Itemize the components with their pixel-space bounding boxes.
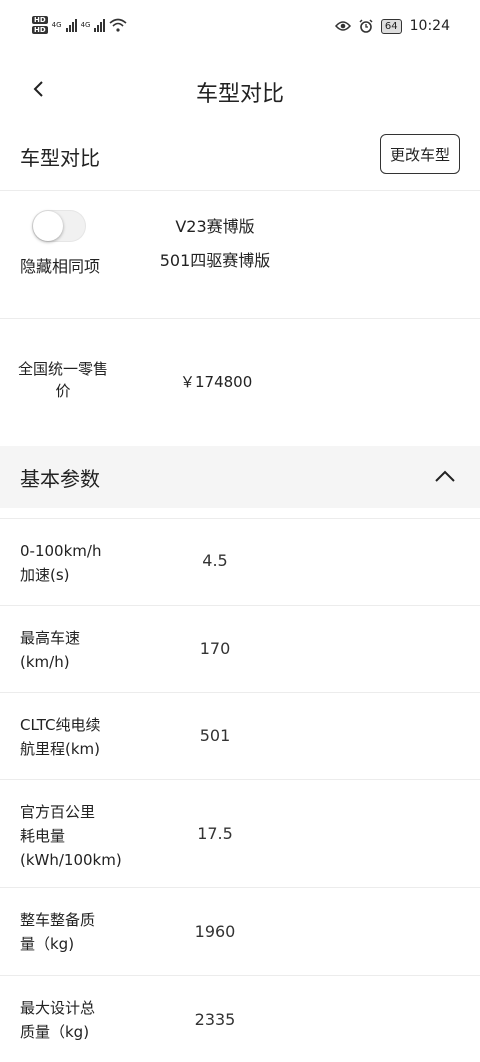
clock: 10:24 bbox=[409, 18, 450, 34]
param-row: 0-100km/h 加速(s) 4.5 bbox=[0, 518, 480, 606]
signal-icon bbox=[94, 18, 106, 32]
status-bar: HD HD 4G 4G 64 10:24 bbox=[0, 0, 480, 58]
network-label: 4G bbox=[51, 21, 62, 29]
toggle-knob bbox=[33, 211, 63, 241]
param-value: 170 bbox=[199, 639, 231, 658]
model-name-line2: 501四驱赛博版 bbox=[159, 251, 271, 270]
section-header: 车型对比 更改车型 bbox=[0, 122, 480, 191]
model-name: V23赛博版 501四驱赛博版 bbox=[140, 210, 290, 278]
model-row: 隐藏相同项 V23赛博版 501四驱赛博版 bbox=[0, 190, 480, 319]
param-row: 最高车速 (km/h) 170 bbox=[0, 605, 480, 693]
param-name: CLTC纯电续 航里程(km) bbox=[20, 716, 101, 758]
price-label: 全国统一零售价 bbox=[18, 360, 109, 400]
nav-bar: 车型对比 bbox=[0, 58, 480, 122]
param-name: 0-100km/h 加速(s) bbox=[20, 542, 102, 584]
hd-icon: HD HD bbox=[32, 16, 48, 34]
eye-icon bbox=[334, 21, 351, 31]
signal-icon bbox=[65, 18, 77, 32]
param-value: 17.5 bbox=[197, 824, 233, 843]
status-right: 64 10:24 bbox=[334, 18, 450, 34]
param-value: 4.5 bbox=[202, 551, 228, 570]
param-row: 整车整备质 量（kg) 1960 bbox=[0, 887, 480, 976]
wifi-icon bbox=[109, 18, 127, 32]
param-name: 整车整备质 量（kg) bbox=[20, 911, 96, 953]
battery-icon: 64 bbox=[380, 18, 402, 34]
param-row: CLTC纯电续 航里程(km) 501 bbox=[0, 692, 480, 780]
param-value: 501 bbox=[199, 726, 231, 745]
basic-params-header[interactable]: 基本参数 bbox=[0, 446, 480, 508]
param-value: 1960 bbox=[194, 922, 236, 941]
section-title: 车型对比 bbox=[20, 146, 100, 170]
network-label: 4G bbox=[80, 21, 91, 29]
param-name: 最高车速 (km/h) bbox=[20, 629, 81, 671]
model-name-line1: V23赛博版 bbox=[175, 217, 255, 236]
param-name: 官方百公里 耗电量 (kWh/100km) bbox=[20, 803, 122, 869]
basic-params-title: 基本参数 bbox=[20, 467, 100, 491]
param-row: 最大设计总 质量（kg) 2335 bbox=[0, 975, 480, 1062]
param-value: 2335 bbox=[194, 1010, 236, 1029]
chevron-up-icon[interactable] bbox=[432, 466, 458, 486]
param-row: 官方百公里 耗电量 (kWh/100km) 17.5 bbox=[0, 779, 480, 888]
page-title: 车型对比 bbox=[195, 82, 284, 107]
alarm-icon bbox=[359, 19, 373, 33]
price-value: ￥174800 bbox=[180, 373, 253, 391]
price-row: 全国统一零售价 ￥174800 bbox=[0, 318, 480, 446]
hd-badge: HD bbox=[32, 16, 48, 24]
hide-same-label: 隐藏相同项 bbox=[20, 257, 101, 276]
hide-same-toggle[interactable] bbox=[32, 210, 86, 242]
hd-badge: HD bbox=[32, 26, 48, 34]
status-left: HD HD 4G 4G bbox=[32, 16, 127, 34]
param-name: 最大设计总 质量（kg) bbox=[20, 999, 96, 1041]
change-model-button[interactable]: 更改车型 bbox=[380, 134, 460, 174]
